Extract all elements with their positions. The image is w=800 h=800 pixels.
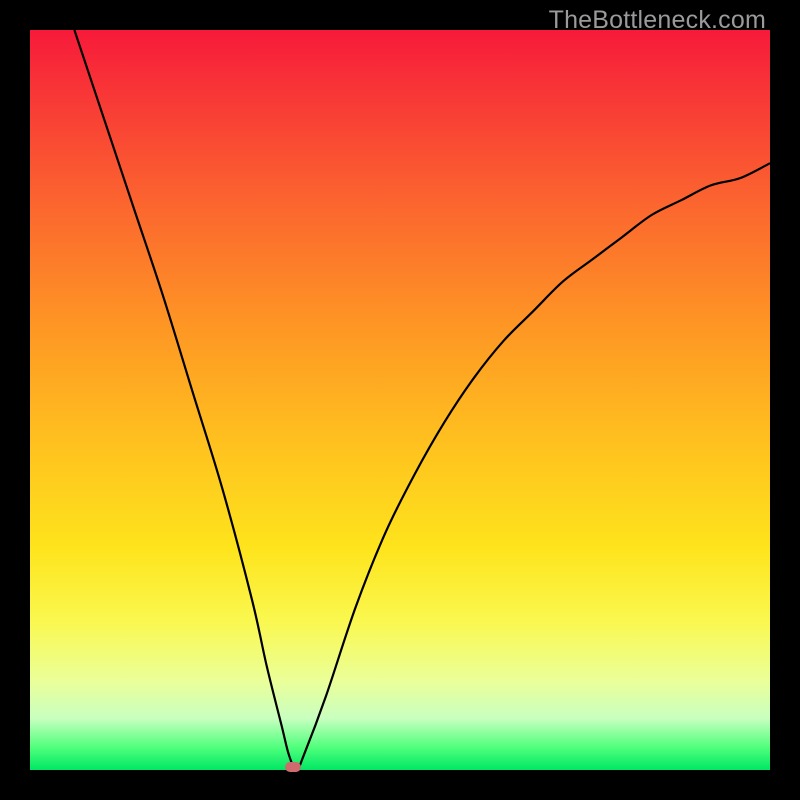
bottleneck-curve — [74, 30, 770, 770]
curve-svg — [30, 30, 770, 770]
chart-plot-area — [30, 30, 770, 770]
minimum-marker — [285, 762, 301, 772]
